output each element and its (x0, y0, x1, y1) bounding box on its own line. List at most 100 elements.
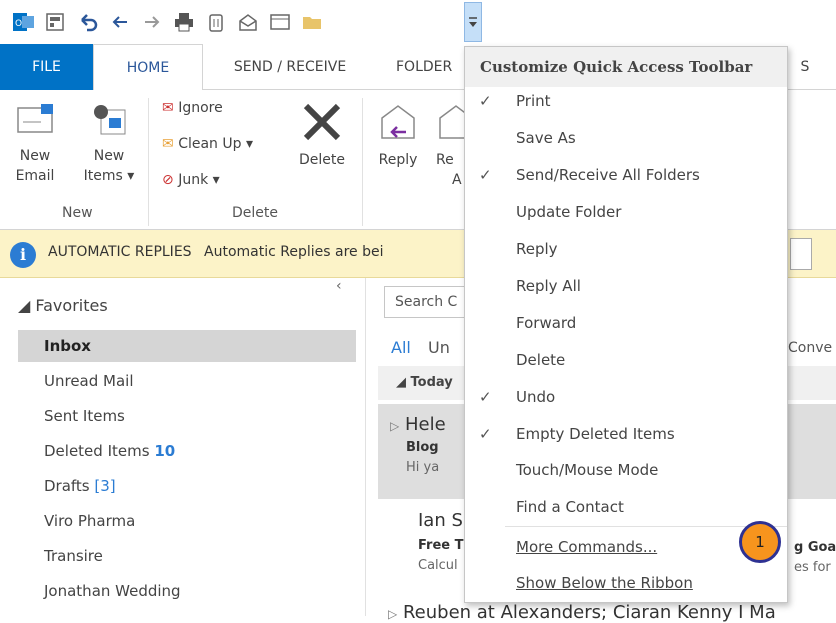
clean-up-icon: ✉ (162, 136, 174, 152)
menu-item-label: Undo (516, 388, 556, 406)
menu-item-touch-mouse-mode[interactable]: Touch/Mouse Mode (465, 452, 787, 488)
folder-inbox[interactable]: Inbox (18, 330, 356, 362)
menu-item-label: Show Below the Ribbon (516, 574, 693, 592)
menu-item-empty-deleted-items[interactable]: ✓ Empty Deleted Items (465, 416, 787, 452)
tab-send-receive[interactable]: SEND / RECEIVE (210, 44, 370, 90)
info-icon: i (10, 242, 36, 268)
checkmark-icon: ✓ (479, 92, 492, 110)
menu-item-delete[interactable]: Delete (465, 342, 787, 378)
message-subject-right: g Goa (794, 540, 836, 555)
quick-access-toolbar: O (0, 0, 836, 44)
ribbon-separator (148, 98, 149, 226)
tab-home[interactable]: HOME (93, 44, 203, 91)
folder-drafts[interactable]: Drafts [3] (18, 470, 356, 502)
folder-deleted-items[interactable]: Deleted Items 10 (18, 435, 356, 467)
junk-icon: ⊘ (162, 172, 174, 188)
menu-item-label: Reply (516, 240, 558, 258)
ignore-label: Ignore (178, 100, 223, 116)
checkmark-icon: ✓ (479, 425, 492, 443)
folder-sent-items[interactable]: Sent Items (18, 400, 356, 432)
folder-label: Drafts (44, 477, 90, 495)
step-callout-badge: 1 (739, 521, 781, 563)
favorites-header[interactable]: ◢ Favorites (18, 296, 108, 315)
new-items-button[interactable]: New Items ▾ (78, 100, 140, 186)
folder-label: Unread Mail (44, 372, 134, 390)
tab-folder[interactable]: FOLDER (380, 44, 464, 90)
menu-item-find-a-contact[interactable]: Find a Contact (465, 489, 787, 525)
junk-button[interactable]: ⊘ Junk ▾ (162, 170, 220, 190)
menu-item-label: Send/Receive All Folders (516, 166, 700, 184)
menu-item-save-as[interactable]: Save As (465, 120, 787, 156)
message-preview-right: es for (794, 560, 831, 575)
folder-unread-mail[interactable]: Unread Mail (18, 365, 356, 397)
folder-viro-pharma[interactable]: Viro Pharma (18, 505, 356, 537)
folder-pane: ‹ ◢ Favorites Inbox Unread Mail Sent Ite… (0, 278, 365, 616)
menu-item-label: Touch/Mouse Mode (516, 461, 659, 479)
back-arrow-icon[interactable] (108, 10, 132, 34)
customize-toolbar-dropdown[interactable] (464, 2, 482, 42)
group-today-label: Today (410, 375, 453, 390)
expand-icon: ▷ (390, 419, 400, 433)
menu-item-print[interactable]: ✓ Print (465, 83, 787, 119)
new-items-icon (94, 105, 126, 135)
new-items-label-2: Items ▾ (83, 168, 135, 184)
reply-all-button[interactable]: Re A (436, 100, 464, 190)
new-email-button[interactable]: New Email (10, 100, 60, 186)
collapse-pane-icon[interactable]: ‹ (336, 278, 342, 294)
ignore-button[interactable]: ✉ Ignore (162, 98, 223, 118)
folder-transire[interactable]: Transire (18, 540, 356, 572)
folder-label: Transire (44, 547, 103, 565)
reply-button[interactable]: Reply (370, 100, 426, 170)
ignore-icon: ✉ (162, 100, 174, 116)
menu-item-send-receive-all-folders[interactable]: ✓ Send/Receive All Folders (465, 157, 787, 193)
new-email-label-2: Email (15, 168, 55, 184)
delete-label: Delete (299, 152, 345, 168)
checkmark-icon: ✓ (479, 166, 492, 184)
folder-label: Jonathan Wedding (44, 582, 181, 600)
reply-all-icon (439, 105, 464, 139)
tab-view-partial[interactable]: S (790, 44, 820, 90)
clean-up-button[interactable]: ✉ Clean Up ▾ (162, 134, 253, 154)
touch-mode-icon[interactable] (268, 10, 292, 34)
new-email-icon (17, 104, 53, 133)
folder-label: Sent Items (44, 407, 125, 425)
menu-item-label: Forward (516, 314, 577, 332)
ribbon-separator (362, 98, 363, 226)
message-subject: Free T (418, 538, 464, 553)
forward-arrow-icon[interactable] (140, 10, 164, 34)
infobar-title: AUTOMATIC REPLIES (48, 244, 192, 260)
open-envelope-icon[interactable] (236, 10, 260, 34)
infobar-button-partial[interactable] (790, 238, 812, 270)
menu-item-reply-all[interactable]: Reply All (465, 268, 787, 304)
favorites-label: Favorites (35, 296, 108, 315)
menu-item-update-folder[interactable]: Update Folder (465, 194, 787, 230)
send-receive-all-icon[interactable] (44, 10, 68, 34)
print-icon[interactable] (172, 10, 196, 34)
menu-item-reply[interactable]: Reply (465, 231, 787, 267)
message-sender: Ian S (418, 510, 463, 531)
conversations-toggle[interactable]: Conve (788, 340, 832, 356)
new-items-label-1: New (93, 148, 125, 164)
message-preview: Calcul (418, 558, 458, 573)
filter-unread[interactable]: Un (428, 338, 450, 357)
tab-file[interactable]: FILE (0, 44, 93, 90)
empty-deleted-items-icon[interactable] (204, 10, 228, 34)
menu-item-forward[interactable]: Forward (465, 305, 787, 341)
search-input[interactable]: Search C (384, 286, 472, 318)
group-label-delete: Delete (232, 205, 278, 221)
menu-item-undo[interactable]: ✓ Undo (465, 379, 787, 415)
undo-icon[interactable] (76, 10, 100, 34)
folder-jonathan-wedding[interactable]: Jonathan Wedding (18, 575, 356, 607)
message-sender: ▷ Hele (390, 414, 446, 435)
menu-item-label: Delete (516, 351, 566, 369)
message-subject: Blog (406, 440, 439, 455)
message-item-partial[interactable]: ▷ Reuben at Alexanders; Ciaran Kenny I M… (388, 602, 776, 623)
menu-item-label: Save As (516, 129, 576, 147)
clean-up-label: Clean Up (178, 136, 242, 152)
group-label-new: New (62, 205, 93, 221)
delete-button[interactable]: Delete (292, 100, 352, 170)
menu-item-show-below-the-ribbon[interactable]: Show Below the Ribbon (465, 565, 787, 601)
folder-count: [3] (94, 477, 116, 495)
filter-all[interactable]: All (391, 338, 411, 357)
folder-icon[interactable] (300, 10, 324, 34)
